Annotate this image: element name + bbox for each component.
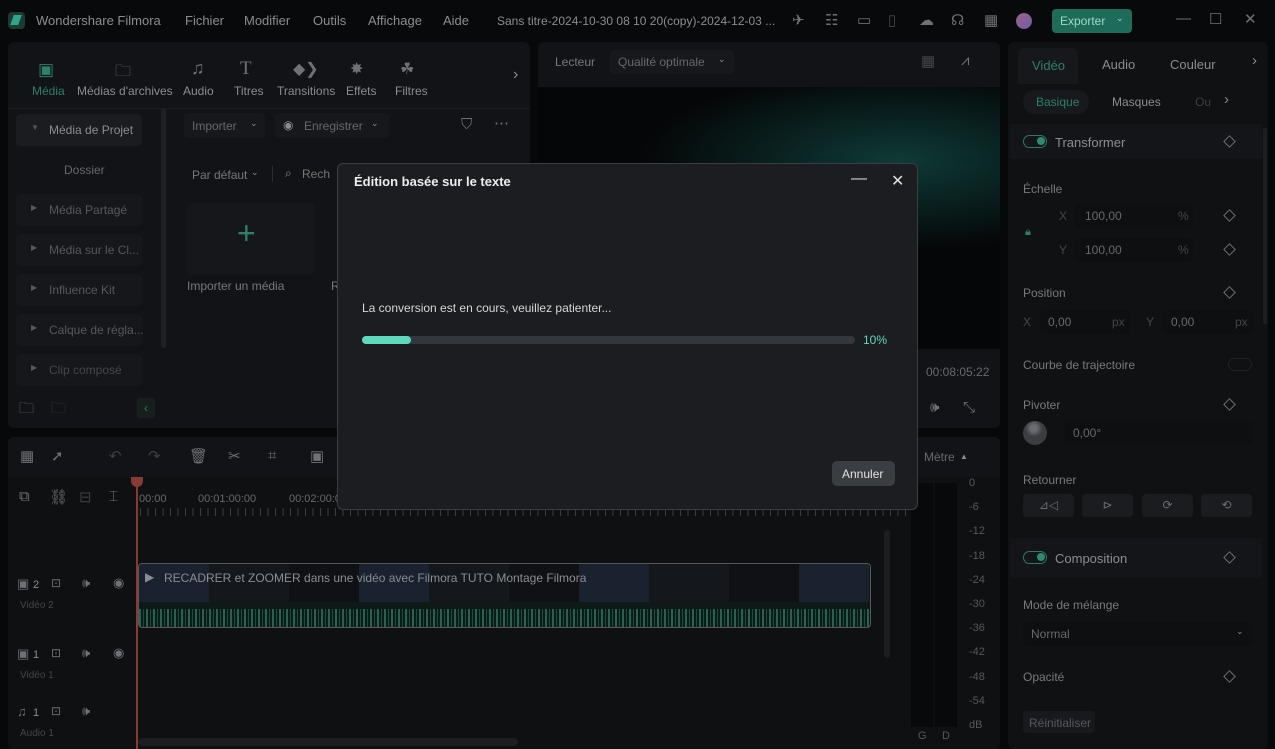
- cancel-button[interactable]: Annuler: [832, 461, 895, 486]
- progress-percent: 10%: [863, 333, 888, 347]
- progress-bar: [362, 336, 855, 344]
- progress-message: La conversion est en cours, veuillez pat…: [362, 301, 612, 315]
- cancel-label: Annuler: [842, 467, 884, 481]
- progress-fill: [362, 336, 412, 344]
- dialog-title: Édition basée sur le texte: [354, 174, 511, 189]
- text-based-editing-dialog: Édition basée sur le texte — ✕ La conver…: [337, 163, 918, 510]
- close-icon[interactable]: ✕: [891, 171, 904, 191]
- minimize-icon[interactable]: —: [851, 170, 867, 188]
